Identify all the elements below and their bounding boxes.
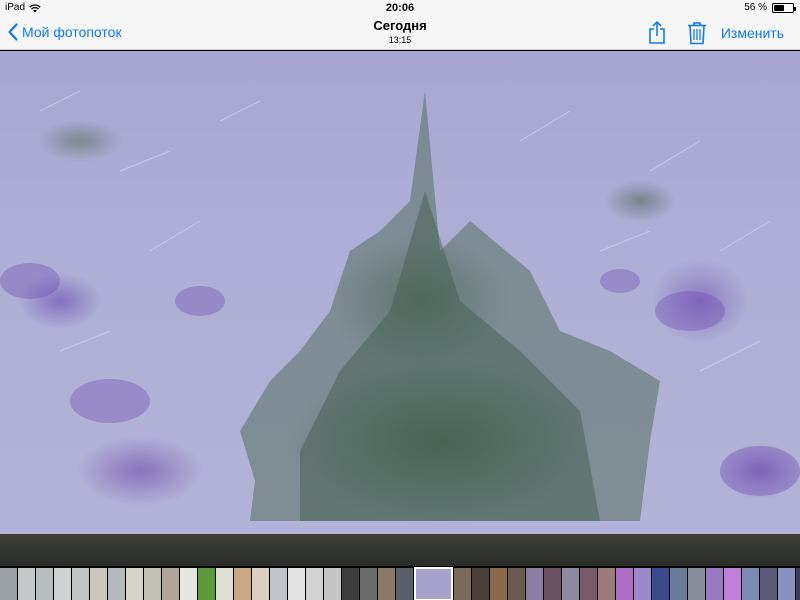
filmstrip-thumbnail[interactable] (306, 567, 323, 600)
filmstrip-thumbnail[interactable] (126, 567, 143, 600)
filmstrip-thumbnail[interactable] (54, 567, 71, 600)
share-button[interactable] (648, 20, 666, 50)
back-button-label: Мой фотопоток (22, 24, 122, 40)
filmstrip-thumbnail-active[interactable] (414, 566, 453, 600)
filmstrip-thumbnail[interactable] (162, 567, 179, 600)
filmstrip-thumbnail[interactable] (396, 567, 413, 600)
filmstrip-thumbnail[interactable] (0, 567, 17, 600)
filmstrip-thumbnail[interactable] (544, 567, 561, 600)
filmstrip-thumbnail[interactable] (342, 567, 359, 600)
filmstrip-thumbnail[interactable] (652, 567, 669, 600)
filmstrip-thumbnail[interactable] (36, 567, 53, 600)
battery-fill (774, 4, 784, 11)
filmstrip-thumbnail[interactable] (580, 567, 597, 600)
filmstrip-thumbnail[interactable] (108, 567, 125, 600)
title-group: Сегодня 13:15 (300, 18, 500, 45)
filmstrip-thumbnail[interactable] (270, 567, 287, 600)
page-title: Сегодня (373, 18, 427, 33)
battery-icon (772, 2, 796, 13)
photo-viewer[interactable] (0, 51, 800, 534)
navigation-bar: Мой фотопоток Сегодня 13:15 Изменить (0, 16, 800, 50)
filmstrip-thumbnail[interactable] (526, 567, 543, 600)
filmstrip-thumbnail[interactable] (216, 567, 233, 600)
filmstrip-thumbnail[interactable] (252, 567, 269, 600)
filmstrip-thumbnail[interactable] (72, 567, 89, 600)
filmstrip-thumbnail[interactable] (598, 567, 615, 600)
filmstrip-thumbnail[interactable] (616, 567, 633, 600)
filmstrip-thumbnail[interactable] (324, 567, 341, 600)
trash-icon (688, 22, 706, 45)
filmstrip-thumbnail[interactable] (180, 567, 197, 600)
status-time: 20:06 (385, 2, 415, 14)
filmstrip-thumbnail[interactable] (778, 567, 795, 600)
filmstrip-thumbnail[interactable] (198, 567, 215, 600)
status-bar: iPad 20:06 56 % (0, 0, 800, 16)
status-right: 56 % (744, 2, 796, 13)
filmstrip-thumbnail[interactable] (490, 567, 507, 600)
filmstrip-thumbnail[interactable] (90, 567, 107, 600)
battery-percentage: 56 % (744, 2, 767, 13)
filmstrip-thumbnail[interactable] (562, 567, 579, 600)
filmstrip-thumbnail[interactable] (688, 567, 705, 600)
back-button[interactable]: Мой фотопоток (8, 23, 122, 41)
filmstrip-thumbnail[interactable] (378, 567, 395, 600)
filmstrip-thumbnail[interactable] (144, 567, 161, 600)
filmstrip-thumbnail[interactable] (724, 567, 741, 600)
photo-bottom-band (0, 534, 800, 566)
filmstrip-thumbnail[interactable] (634, 567, 651, 600)
filmstrip-thumbnail[interactable] (360, 567, 377, 600)
filmstrip-thumbnail[interactable] (706, 567, 723, 600)
share-icon (649, 20, 665, 44)
chevron-left-icon (8, 23, 18, 41)
filmstrip-thumbnail[interactable] (508, 567, 525, 600)
filmstrip-thumbnail[interactable] (454, 567, 471, 600)
filmstrip-thumbnail[interactable] (796, 567, 800, 600)
delete-button[interactable] (687, 21, 707, 50)
filmstrip-thumbnail[interactable] (288, 567, 305, 600)
page-subtitle: 13:15 (388, 35, 412, 45)
filmstrip-thumbnail[interactable] (670, 567, 687, 600)
filmstrip-thumbnail[interactable] (234, 567, 251, 600)
filmstrip-thumbnail[interactable] (742, 567, 759, 600)
edit-button[interactable]: Изменить (721, 25, 784, 41)
filmstrip-thumbnail[interactable] (760, 567, 777, 600)
photo-image (0, 90, 800, 521)
photo-filmstrip[interactable] (0, 566, 800, 600)
filmstrip-thumbnail[interactable] (18, 567, 35, 600)
filmstrip-thumbnail[interactable] (472, 567, 489, 600)
